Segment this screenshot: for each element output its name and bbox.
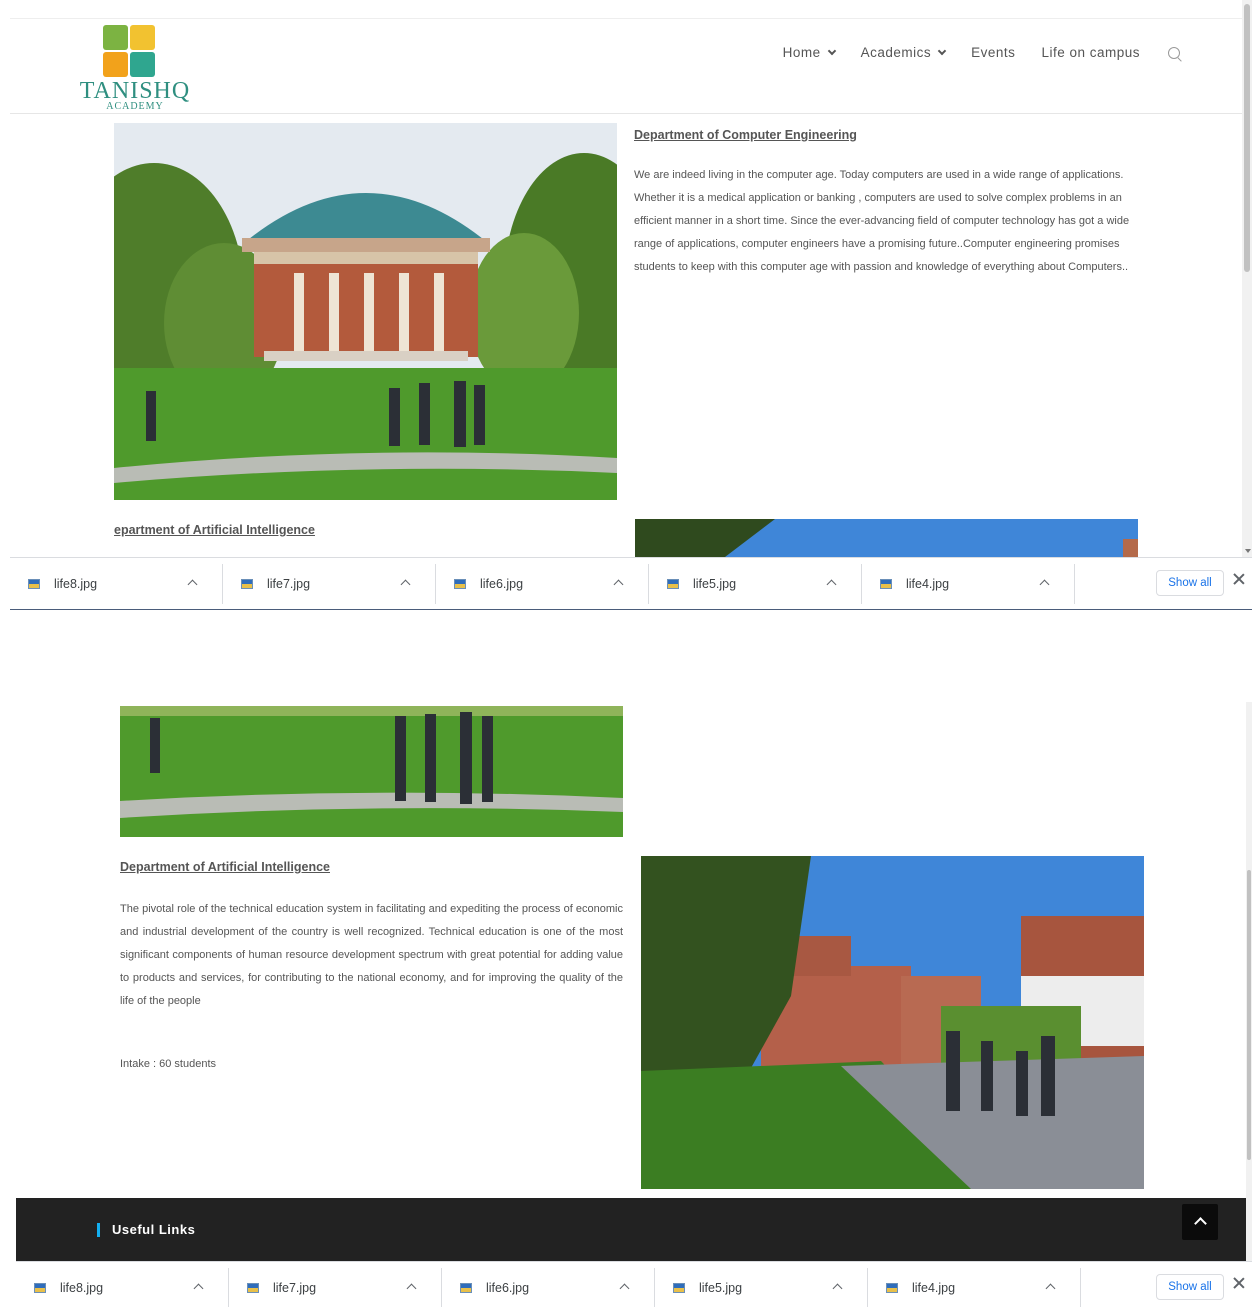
site-footer: Useful Links — [16, 1198, 1252, 1261]
image-file-icon — [241, 578, 253, 589]
download-filename: life8.jpg — [54, 576, 98, 591]
image-file-icon — [454, 578, 466, 589]
campus-dome-photo-bottom — [120, 706, 623, 837]
chevron-up-icon[interactable] — [406, 1283, 417, 1293]
close-icon[interactable] — [1232, 1276, 1246, 1290]
dept-ai-intake: Intake : 60 students — [120, 1058, 217, 1070]
download-item[interactable]: life4.jpg — [862, 563, 1075, 604]
dept-ai-text: The pivotal role of the technical educat… — [120, 903, 623, 1007]
image-file-icon — [247, 1282, 259, 1293]
image-file-icon — [880, 578, 892, 589]
chevron-up-icon[interactable] — [832, 1283, 843, 1293]
campus-walk-photo-partial — [635, 519, 1138, 557]
download-filename: life6.jpg — [480, 576, 524, 591]
download-item[interactable]: life5.jpg — [655, 1267, 868, 1307]
download-item[interactable]: life6.jpg — [436, 563, 649, 604]
show-all-button[interactable]: Show all — [1156, 570, 1224, 596]
campus-walk-photo — [641, 856, 1144, 1189]
nav-academics-label: Academics — [860, 45, 932, 60]
puzzle-logo-icon — [103, 25, 155, 77]
chevron-up-icon[interactable] — [1039, 579, 1050, 589]
nav-life-on-campus-label: Life on campus — [1041, 45, 1140, 60]
download-item[interactable]: life6.jpg — [442, 1267, 655, 1307]
dept-ai-title-partial[interactable]: epartment of Artificial Intelligence — [114, 523, 315, 537]
dept-ai-title[interactable]: Department of Artificial Intelligence — [120, 860, 330, 874]
download-filename: life7.jpg — [273, 1280, 317, 1295]
show-all-button[interactable]: Show all — [1156, 1274, 1224, 1300]
logo-sub: ACADEMY — [106, 101, 164, 112]
scroll-down-arrow-icon[interactable] — [1245, 549, 1251, 553]
download-filename: life4.jpg — [912, 1280, 956, 1295]
close-icon[interactable] — [1232, 572, 1246, 586]
download-item[interactable]: life5.jpg — [649, 563, 862, 604]
campus-dome-photo — [114, 123, 617, 500]
nav-life-on-campus[interactable]: Life on campus — [1041, 45, 1140, 60]
download-filename: life5.jpg — [699, 1280, 743, 1295]
downloads-bar: life8.jpg life7.jpg life6.jpg life5.jpg … — [10, 557, 1252, 609]
scrollbar-thumb[interactable] — [1247, 870, 1251, 1160]
nav-home[interactable]: Home — [782, 45, 836, 60]
download-filename: life8.jpg — [60, 1280, 104, 1295]
download-item[interactable]: life7.jpg — [223, 563, 436, 604]
nav-events[interactable]: Events — [971, 45, 1015, 60]
chevron-up-icon[interactable] — [193, 1283, 204, 1293]
scrollbar-thumb[interactable] — [1244, 4, 1250, 272]
download-item[interactable]: life7.jpg — [229, 1267, 442, 1307]
main-nav: Home Academics Events Life on campus — [783, 45, 1180, 60]
nav-home-label: Home — [782, 45, 821, 60]
downloads-bar: life8.jpg life7.jpg life6.jpg life5.jpg … — [16, 1261, 1252, 1307]
download-filename: life7.jpg — [267, 576, 311, 591]
download-filename: life6.jpg — [486, 1280, 530, 1295]
image-file-icon — [886, 1282, 898, 1293]
image-file-icon — [28, 578, 40, 589]
chevron-up-icon[interactable] — [613, 579, 624, 589]
site-header: TANISHQ ACADEMY Home Academics Events Li… — [10, 18, 1242, 114]
downloads-bar-bottom-border — [10, 609, 1252, 610]
chevron-up-icon[interactable] — [826, 579, 837, 589]
chevron-up-icon[interactable] — [1045, 1283, 1056, 1293]
download-item[interactable]: life8.jpg — [16, 1267, 229, 1307]
site-logo[interactable]: TANISHQ ACADEMY — [76, 23, 194, 113]
image-file-icon — [667, 578, 679, 589]
chevron-up-icon[interactable] — [187, 579, 198, 589]
dept-ce-title[interactable]: Department of Computer Engineering — [634, 128, 857, 142]
footer-useful-links-heading: Useful Links — [97, 1223, 195, 1237]
chevron-down-icon — [827, 46, 836, 55]
download-filename: life4.jpg — [906, 576, 950, 591]
chevron-up-icon[interactable] — [400, 579, 411, 589]
chevron-down-icon — [937, 46, 947, 55]
browser-view-top: TANISHQ ACADEMY Home Academics Events Li… — [10, 0, 1252, 612]
page-scrollbar[interactable] — [1246, 702, 1252, 1262]
download-filename: life5.jpg — [693, 576, 737, 591]
nav-academics[interactable]: Academics — [860, 45, 947, 60]
download-item[interactable]: life4.jpg — [868, 1267, 1081, 1307]
search-icon[interactable] — [1168, 46, 1180, 59]
browser-view-bottom: Department of Artificial Intelligence Th… — [16, 702, 1252, 1307]
chevron-up-icon[interactable] — [619, 1283, 630, 1293]
image-file-icon — [34, 1282, 46, 1293]
logo-name: TANISHQ — [79, 78, 191, 104]
dept-ce-text: We are indeed living in the computer age… — [634, 169, 1130, 273]
back-to-top-button[interactable] — [1182, 1204, 1218, 1240]
download-item[interactable]: life8.jpg — [10, 563, 223, 604]
image-file-icon — [460, 1282, 472, 1293]
nav-events-label: Events — [971, 45, 1016, 60]
image-file-icon — [673, 1282, 685, 1293]
page-scrollbar[interactable] — [1242, 0, 1252, 557]
